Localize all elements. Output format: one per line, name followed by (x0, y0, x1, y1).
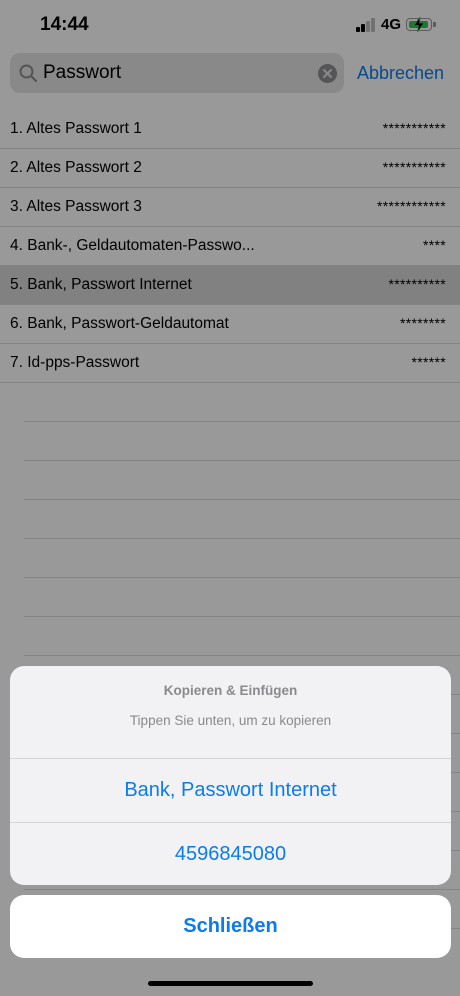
copy-paste-action-sheet: Kopieren & Einfügen Tippen Sie unten, um… (10, 666, 451, 885)
copy-password-button[interactable]: 4596845080 (10, 823, 451, 885)
action-sheet-message: Tippen Sie unten, um zu kopieren (129, 713, 332, 728)
screen: 14:44 4G Passwort Abbrechen 1. Altes Pas… (0, 0, 460, 996)
close-button[interactable]: Schließen (10, 895, 451, 958)
copy-entry-name-button[interactable]: Bank, Passwort Internet (10, 759, 451, 821)
home-indicator[interactable] (148, 981, 313, 986)
action-sheet-title: Kopieren & Einfügen (163, 683, 298, 698)
